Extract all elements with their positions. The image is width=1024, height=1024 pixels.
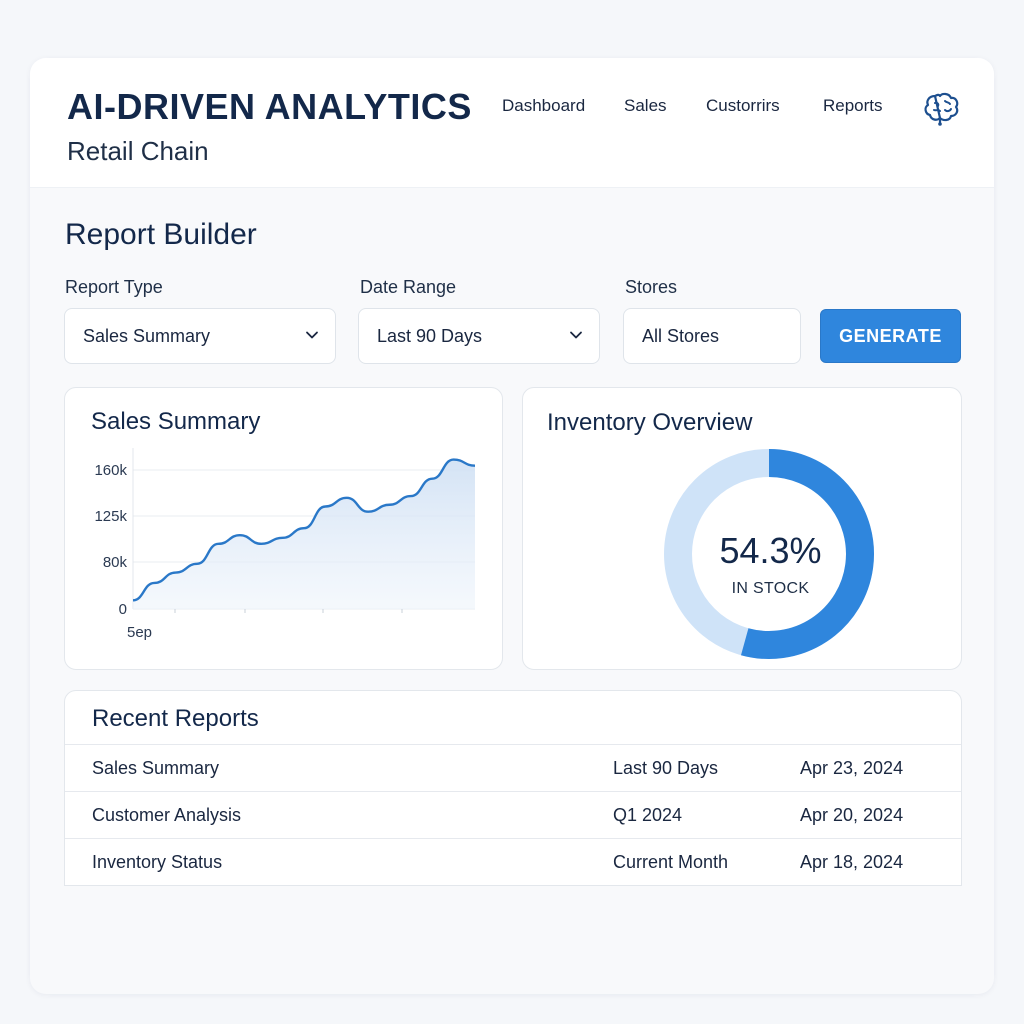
report-name: Customer Analysis	[92, 805, 242, 825]
chevron-down-icon	[306, 331, 318, 339]
sales-area-fill	[133, 459, 475, 609]
report-type-select[interactable]: Sales Summary	[64, 308, 336, 364]
app-title: AI-DRIVEN ANALYTICS	[67, 86, 472, 127]
table-row[interactable]: Inventory Status Current Month Apr 18, 2…	[65, 838, 961, 885]
y-tick-label: 160k	[94, 462, 127, 479]
in-stock-percent: 54.3%	[719, 530, 822, 571]
report-period: Last 90 Days	[613, 758, 719, 778]
table-row[interactable]: Customer Analysis Q1 2024 Apr 20, 2024	[65, 791, 961, 838]
report-period: Current Month	[613, 852, 729, 872]
date-range-label: Date Range	[360, 277, 457, 297]
generate-button[interactable]: GENERATE	[820, 309, 961, 363]
report-type-value: Sales Summary	[83, 325, 211, 346]
date-range-value: Last 90 Days	[377, 325, 483, 346]
app-subtitle: Retail Chain	[67, 136, 209, 166]
report-date: Apr 23, 2024	[800, 758, 904, 778]
sales-summary-card: Sales Summary 160k 125k 80k 0 5ep	[64, 387, 503, 670]
report-builder-title: Report Builder	[65, 218, 257, 251]
stores-value: All Stores	[642, 325, 720, 346]
date-range-select[interactable]: Last 90 Days	[358, 308, 600, 364]
app-header: AI-DRIVEN ANALYTICS Retail Chain Dashboa…	[30, 58, 994, 188]
report-period: Q1 2024	[613, 805, 683, 825]
report-name: Inventory Status	[92, 852, 223, 872]
inventory-overview-card: Inventory Overview 54.3% IN STOCK	[522, 387, 962, 670]
stores-label: Stores	[625, 277, 678, 297]
sales-chart: 160k 125k 80k 05ep	[94, 448, 476, 641]
y-tick-label: 125k	[94, 508, 127, 525]
x-tick-label: 5ep	[127, 624, 152, 641]
chevron-down-icon	[570, 331, 582, 339]
stores-field[interactable]: All Stores	[623, 308, 801, 364]
recent-reports-title: Recent Reports	[92, 705, 259, 732]
nav-customers[interactable]: Custorrirs	[706, 96, 780, 116]
report-name: Sales Summary	[92, 758, 220, 778]
nav-reports[interactable]: Reports	[823, 96, 883, 116]
app-window: AI-DRIVEN ANALYTICS Retail Chain Dashboa…	[30, 58, 994, 994]
in-stock-caption: IN STOCK	[731, 580, 810, 597]
nav-dashboard[interactable]: Dashboard	[502, 96, 585, 116]
nav-sales[interactable]: Sales	[624, 96, 667, 116]
table-row[interactable]: Sales Summary Last 90 Days Apr 23, 2024	[65, 744, 961, 791]
y-tick-label: 0	[119, 601, 127, 618]
y-tick-label: 80k	[103, 554, 128, 571]
report-date: Apr 18, 2024	[800, 852, 904, 872]
report-type-label: Report Type	[65, 277, 163, 297]
report-date: Apr 20, 2024	[800, 805, 904, 825]
brain-icon[interactable]	[923, 90, 961, 126]
recent-reports-card: Recent Reports Sales Summary Last 90 Day…	[64, 690, 962, 886]
